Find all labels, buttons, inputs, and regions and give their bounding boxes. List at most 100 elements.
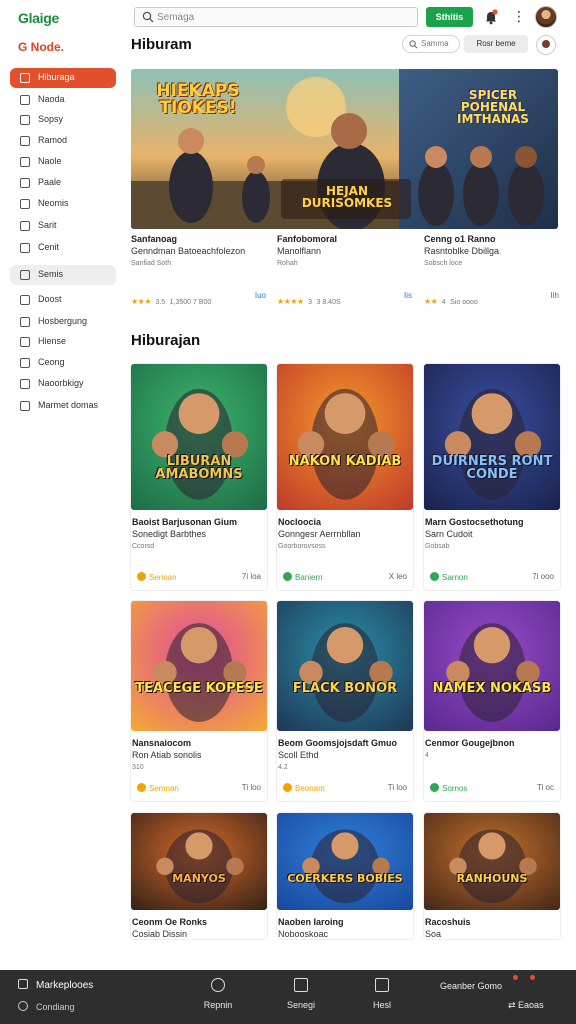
sidebar-item-14[interactable]: Naoorbkigy xyxy=(10,374,116,394)
card-artwork xyxy=(277,813,413,910)
check-icon xyxy=(430,783,439,792)
check-icon xyxy=(137,572,146,581)
card-artwork xyxy=(424,601,560,731)
star-rating-icon: ★★ xyxy=(424,297,438,306)
bottom-right-link[interactable]: Geanber Gomo xyxy=(440,981,502,991)
filter-button[interactable]: Rosr beme xyxy=(464,35,528,53)
game-card[interactable]: COERKERS BOBIES Naoben Iaroing Nobooskoac xyxy=(277,813,413,939)
status-icon xyxy=(18,1001,28,1011)
bottom-right-action[interactable]: ⇄ Eaoas xyxy=(508,1000,544,1011)
more-menu-icon[interactable]: ⋮ xyxy=(512,9,526,25)
sidebar-item-label: Naole xyxy=(38,156,62,166)
card-right-meta: Ti loo xyxy=(387,783,407,792)
nav-icon xyxy=(20,157,30,167)
card-caption: COERKERS BOBIES xyxy=(287,872,403,886)
game-card[interactable]: MANYOS Ceonm Oe Ronks Cosiab Dissin xyxy=(131,813,267,939)
profile-icon[interactable] xyxy=(536,35,556,55)
card-status-label: Sornos xyxy=(442,784,468,793)
rating-value: 3.5 xyxy=(155,299,166,306)
hero-item-badge[interactable]: Iis xyxy=(404,291,412,300)
bottom-right-action-label: Eaoas xyxy=(518,1000,544,1010)
game-card[interactable]: NAKON KADIAB Nocloocia Gonngesr Aerrnbllan… xyxy=(277,364,413,590)
hero-item-meta-row: ★★★ 3.5 1,3500 7 B00 Iuo xyxy=(131,291,266,306)
card-status-label: Baniern xyxy=(295,573,323,582)
user-avatar[interactable] xyxy=(535,6,557,28)
rating-value: 4 xyxy=(441,299,446,306)
game-card[interactable]: LIBURAN AMABOMNS Baoist Barjusonan Gium So… xyxy=(131,364,267,590)
nav-icon xyxy=(20,221,30,231)
bottom-brand[interactable]: Markeplooes xyxy=(18,979,93,991)
sidebar-item-7[interactable]: Sarit xyxy=(10,216,116,236)
home-icon xyxy=(375,978,389,992)
sidebar-item-0[interactable]: Hiburaga xyxy=(10,68,116,88)
card-title: Baoist Barjusonan Gium xyxy=(132,517,238,527)
card-detail: 310 xyxy=(132,764,144,771)
hero-item-1[interactable]: Sanfanoag Genndman Batoeachfolezon Sanfi… xyxy=(131,233,266,309)
card-info: Ceonm Oe Ronks Cosiab Dissin xyxy=(131,916,267,942)
card-subtitle: Sarn Cudoit xyxy=(425,529,473,539)
sidebar-item-3[interactable]: Ramod xyxy=(10,131,116,151)
card-artwork xyxy=(424,813,560,910)
game-card[interactable]: FLACK BONOR Beom Goomsjojsdaft Gmuo Scoll … xyxy=(277,601,413,801)
game-card[interactable]: DUIRNERS RONT CONDE Marn Gostocsethotung S… xyxy=(424,364,560,590)
sidebar-item-label: Neomis xyxy=(38,198,69,208)
sidebar-item-5[interactable]: Paale xyxy=(10,173,116,193)
hero-banner[interactable]: HIEKAPS TIOKES! HEJAN DURISOMKES SPICER … xyxy=(131,69,558,229)
sidebar-item-label: Marmet domas xyxy=(38,400,99,410)
card-detail: Gobsab xyxy=(425,543,450,550)
search-box[interactable] xyxy=(134,7,418,27)
card-caption: DUIRNERS RONT CONDE xyxy=(431,453,553,483)
sidebar-item-4[interactable]: Naole xyxy=(10,152,116,172)
brand-logo[interactable]: G Node. xyxy=(18,40,64,54)
card-title: Beom Goomsjojsdaft Gmuo xyxy=(278,738,398,748)
card-right-meta: Ti loo xyxy=(241,783,261,792)
sidebar-item-10[interactable]: Doost xyxy=(10,290,116,310)
primary-cta-button[interactable]: Sthitis xyxy=(426,7,473,27)
card-right-meta: X leo xyxy=(388,572,407,581)
card-caption: NAKON KADIAB xyxy=(288,453,402,469)
card-thumbnail: TEACEGE KOPESE xyxy=(131,601,267,731)
bottom-tab-2[interactable]: Senegi xyxy=(271,978,331,1010)
card-caption: LIBURAN AMABOMNS xyxy=(155,453,243,483)
hero-item-title: Sanfanoag xyxy=(131,234,178,244)
sidebar-item-9[interactable]: Semis xyxy=(10,265,116,285)
sidebar-item-12[interactable]: Hiense xyxy=(10,332,116,352)
card-title: Naoben Iaroing xyxy=(278,917,344,927)
game-card[interactable]: NAMEX NOKASB Cenmor Gougejbnon 4 Sornos Ti o… xyxy=(424,601,560,801)
game-card[interactable]: TEACEGE KOPESE Nansnaiocom Ron Atiab sonol… xyxy=(131,601,267,801)
card-caption: MANYOS xyxy=(172,872,226,886)
notification-bell-icon[interactable] xyxy=(484,9,498,25)
sidebar-item-2[interactable]: Sopsy xyxy=(10,110,116,130)
card-status: Sarnon xyxy=(430,572,468,582)
bottom-tab-3[interactable]: Hesl xyxy=(352,978,412,1010)
card-thumbnail: DUIRNERS RONT CONDE xyxy=(424,364,560,510)
sidebar-item-label: Hosbergung xyxy=(38,316,88,326)
card-info: Racoshuis Soa xyxy=(424,916,560,942)
hero-item-badge[interactable]: Ilh xyxy=(551,291,559,300)
alert-dot xyxy=(513,975,518,980)
sidebar-item-11[interactable]: Hosbergung xyxy=(10,312,116,332)
bottom-sub[interactable]: Condiang xyxy=(18,1001,75,1012)
card-info: Beom Goomsjojsdaft Gmuo Scoll Ethd 4.2 xyxy=(277,737,413,773)
card-status-label: Beonam xyxy=(295,784,325,793)
hero-item-3[interactable]: Cenng o1 Ranno Rasntoblke Dbillga Sobsch… xyxy=(424,233,559,309)
bottom-tab-1[interactable]: Repnin xyxy=(188,978,248,1010)
content-search[interactable]: Samma xyxy=(402,35,460,53)
hero-item-2[interactable]: Fanfobomoral Manolflann Rohah ★★★★ 3 3 8… xyxy=(277,233,412,309)
app-logo[interactable]: Glaige xyxy=(18,10,59,26)
sidebar-item-6[interactable]: Neomis xyxy=(10,194,116,214)
hero-item-meta-row: ★★★★ 3 3 8.40S Iis xyxy=(277,291,412,306)
sidebar-item-1[interactable]: Naoda xyxy=(10,90,116,110)
page-title: Hiburam xyxy=(131,36,192,53)
game-card[interactable]: RANHOUNS Racoshuis Soa xyxy=(424,813,560,939)
search-input[interactable] xyxy=(157,9,407,25)
sidebar-item-8[interactable]: Cenit xyxy=(10,238,116,258)
card-right-meta: 7i loa xyxy=(241,572,261,581)
sidebar-item-15[interactable]: Marmet domas xyxy=(10,396,116,416)
card-status-label: Semnan xyxy=(149,784,179,793)
nav-icon xyxy=(20,358,30,368)
hero-item-badge[interactable]: Iuo xyxy=(255,291,266,300)
sidebar-item-13[interactable]: Ceong xyxy=(10,353,116,373)
sidebar-item-label: Naoorbkigy xyxy=(38,378,84,388)
share-icon: ⇄ xyxy=(508,1000,519,1010)
